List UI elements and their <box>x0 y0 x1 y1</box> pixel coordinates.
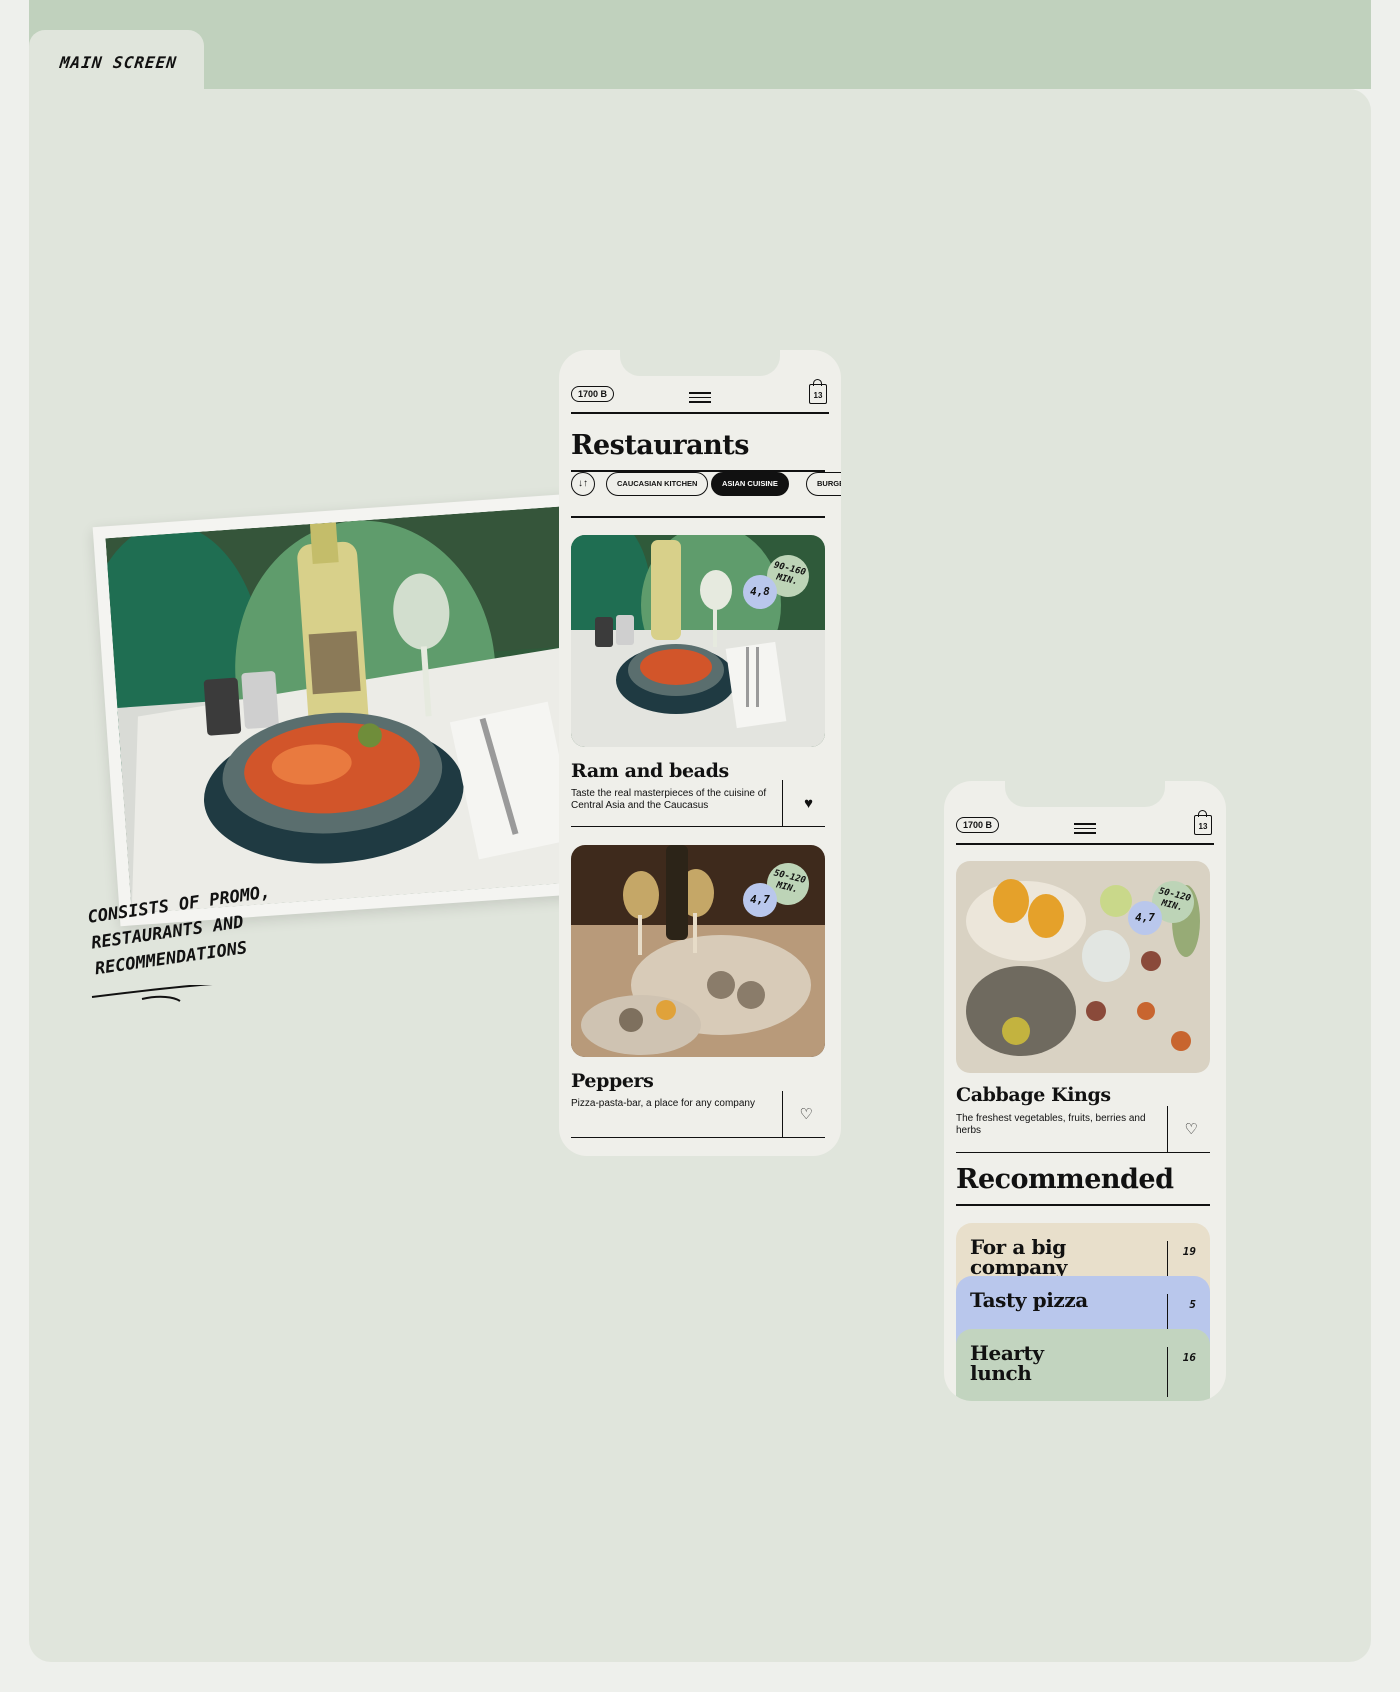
rating-badge: 4,7 <box>743 883 777 917</box>
restaurant-name[interactable]: Cabbage Kings <box>956 1084 1111 1106</box>
restaurant-name[interactable]: Ram and beads <box>571 760 729 782</box>
category-chips: ↓↑ CAUCASIAN KITCHEN ASIAN CUISINE BURGE… <box>571 472 841 498</box>
annotation-underline <box>91 985 213 1002</box>
restaurant-desc: Pizza-pasta-bar, a place for any company <box>571 1098 755 1109</box>
rec-count: 5 <box>1189 1298 1196 1311</box>
phone-restaurants: 1700 B 13 Restaurants ↓↑ CAUCASIAN KITCH… <box>559 350 841 1156</box>
section-tab-label: MAIN SCREEN <box>59 53 178 72</box>
chip-caucasian[interactable]: CAUCASIAN KITCHEN <box>606 472 709 496</box>
restaurant-desc: The freshest vegetables, fruits, berries… <box>956 1113 1146 1136</box>
section-title: Recommended <box>956 1164 1174 1195</box>
rec-count: 19 <box>1182 1245 1196 1258</box>
heart-outline-icon[interactable]: ♡ <box>800 1107 813 1122</box>
balance-pill[interactable]: 1700 B <box>956 817 1000 833</box>
rec-card-hearty-lunch[interactable]: Hearty lunch 16 <box>956 1329 1210 1401</box>
phone-recommended: 1700 B 13 50-120 MIN. 4,7 Cabbage Kings … <box>944 781 1226 1401</box>
divider-vertical <box>1166 1347 1168 1397</box>
restaurant-image[interactable]: 50-120 MIN. 4,7 <box>956 861 1210 1073</box>
restaurant-image[interactable]: 50-120 MIN. 4,7 <box>571 845 825 1057</box>
menu-icon[interactable] <box>1074 823 1096 837</box>
restaurant-desc: Taste the real masterpieces of the cuisi… <box>571 788 767 811</box>
header-band <box>29 0 1371 89</box>
app-header: 1700 B 13 <box>571 376 829 414</box>
rating-badge: 4,7 <box>1128 901 1162 935</box>
divider-vertical <box>781 1091 783 1137</box>
chip-burgers[interactable]: BURGERS <box>806 472 841 496</box>
menu-icon[interactable] <box>689 392 711 406</box>
rating-badge: 4,8 <box>743 575 777 609</box>
balance-pill[interactable]: 1700 B <box>571 386 615 402</box>
divider-vertical <box>1166 1106 1168 1152</box>
rec-count: 16 <box>1182 1351 1196 1364</box>
divider-vertical <box>781 780 783 826</box>
chip-asian[interactable]: ASIAN CUISINE <box>711 472 789 496</box>
app-header: 1700 B 13 <box>956 807 1214 845</box>
phone-notch <box>1005 781 1165 807</box>
rec-title: Tasty pizza <box>970 1288 1088 1312</box>
cart-icon[interactable]: 13 <box>809 379 827 404</box>
promo-photo <box>92 493 600 927</box>
cart-icon[interactable]: 13 <box>1194 810 1212 835</box>
page-title: Restaurants <box>571 430 749 461</box>
phone-notch <box>620 350 780 376</box>
divider <box>956 1204 1210 1206</box>
sort-icon[interactable]: ↓↑ <box>571 472 595 496</box>
heart-filled-icon[interactable]: ♥ <box>804 796 813 811</box>
pasta-photo <box>105 506 587 914</box>
divider <box>571 516 825 518</box>
rec-title: For a big company <box>970 1235 1067 1279</box>
restaurant-name[interactable]: Peppers <box>571 1070 654 1092</box>
divider-vertical <box>1166 1294 1168 1332</box>
divider-vertical <box>1166 1241 1168 1279</box>
rec-title: Hearty lunch <box>970 1341 1044 1385</box>
heart-outline-icon[interactable]: ♡ <box>1185 1122 1198 1137</box>
restaurant-image[interactable]: 90-160 MIN. 4,8 <box>571 535 825 747</box>
